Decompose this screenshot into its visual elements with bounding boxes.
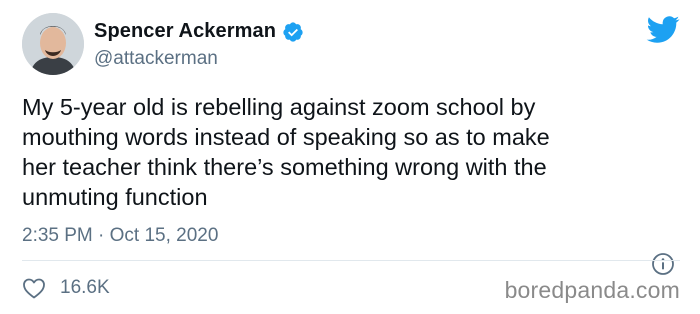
avatar-image <box>22 13 84 75</box>
like-action[interactable]: 16.6K <box>22 277 110 299</box>
tweet-text: My 5-year old is rebelling against zoom … <box>22 92 682 212</box>
twitter-bird-icon[interactable] <box>646 16 680 44</box>
avatar[interactable] <box>22 13 84 75</box>
watermark: boredpanda.com <box>504 277 680 303</box>
verified-badge-icon <box>282 21 304 43</box>
author-handle[interactable]: @attackerman <box>94 48 218 70</box>
author-name[interactable]: Spencer Ackerman <box>94 20 276 43</box>
tweet-text-line: her teacher think there’s something wron… <box>22 154 547 180</box>
like-count: 16.6K <box>60 277 110 298</box>
heart-icon[interactable] <box>22 277 46 299</box>
tweet-card: Spencer Ackerman @attackerman My 5-year … <box>0 0 700 314</box>
tweet-text-line: mouthing words instead of speaking so as… <box>22 124 550 150</box>
divider <box>22 260 680 261</box>
info-icon[interactable] <box>651 252 675 276</box>
tweet-text-line: My 5-year old is rebelling against zoom … <box>22 94 536 120</box>
author-row: Spencer Ackerman <box>94 20 304 43</box>
tweet-text-line: unmuting function <box>22 184 208 210</box>
tweet-timestamp[interactable]: 2:35 PM · Oct 15, 2020 <box>22 225 218 247</box>
